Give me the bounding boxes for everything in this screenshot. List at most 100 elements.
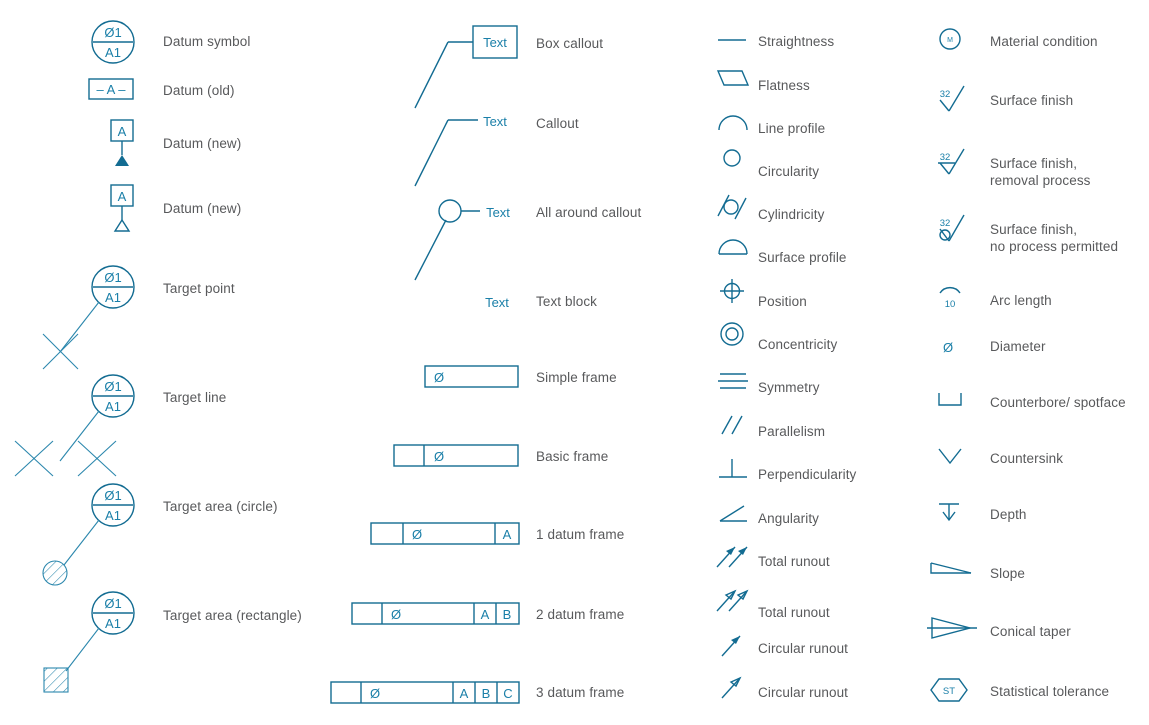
total-runout-hollow-icon	[713, 587, 753, 615]
label-symmetry: Symmetry	[758, 380, 820, 395]
label-concentricity: Concentricity	[758, 337, 838, 352]
line-profile-icon	[716, 108, 750, 132]
label-surface-profile: Surface profile	[758, 250, 847, 265]
flatness-icon	[716, 66, 750, 90]
target-area-rect-bottom-text: A1	[105, 616, 121, 631]
label-datum-frame-2: 2 datum frame	[536, 607, 625, 622]
label-datum-new-filled: Datum (new)	[163, 136, 242, 151]
surface-finish-icon: 32	[934, 84, 974, 118]
perpendicularity-icon	[716, 456, 750, 482]
callout-text: Text	[483, 114, 507, 129]
circular-runout-hollow-icon	[716, 674, 750, 702]
label-cylindricity: Cylindricity	[758, 207, 825, 222]
label-depth: Depth	[990, 507, 1027, 522]
target-point-bottom-text: A1	[105, 290, 121, 305]
statistical-tolerance-letters: ST	[943, 686, 955, 697]
label-surface-finish: Surface finish	[990, 93, 1074, 108]
label-circularity: Circularity	[758, 164, 820, 179]
label-target-area-rectangle: Target area (rectangle)	[163, 608, 302, 623]
datum-frame-1-icon: Ø A	[370, 522, 525, 548]
label-flatness: Flatness	[758, 78, 810, 93]
statistical-tolerance-icon: ST	[930, 676, 974, 704]
label-line-profile: Line profile	[758, 121, 826, 136]
surface-finish-value: 32	[940, 89, 951, 100]
datum-symbol-top-text: Ø1	[104, 25, 121, 40]
label-diameter: Diameter	[990, 339, 1046, 354]
circular-runout-filled-icon	[716, 632, 750, 660]
circularity-icon	[716, 146, 748, 170]
concentricity-icon	[716, 320, 748, 348]
datum-frame-3-datum-b: B	[482, 686, 491, 701]
label-callout: Callout	[536, 116, 579, 131]
text-block-text: Text	[485, 295, 509, 310]
label-straightness: Straightness	[758, 34, 835, 49]
label-slope: Slope	[990, 566, 1026, 581]
label-box-callout: Box callout	[536, 36, 604, 51]
datum-frame-3-datum-c: C	[503, 686, 512, 701]
countersink-icon	[936, 444, 970, 468]
basic-frame-diameter: Ø	[434, 449, 444, 464]
text-block-icon: Text	[460, 290, 540, 316]
cylindricity-icon	[713, 192, 751, 222]
datum-frame-2-icon: Ø A B	[351, 602, 526, 628]
target-line-icon: Ø1 A1	[10, 371, 150, 481]
datum-frame-2-datum-a: A	[481, 607, 490, 622]
label-material-condition: Material condition	[990, 34, 1098, 49]
label-surface-finish-no-process: Surface finish, no process permitted	[990, 222, 1119, 254]
arc-length-value: 10	[945, 299, 956, 310]
total-runout-filled-icon	[713, 543, 753, 571]
basic-frame-icon: Ø	[393, 444, 523, 470]
label-position: Position	[758, 294, 807, 309]
datum-frame-3-datum-a: A	[460, 686, 469, 701]
label-angularity: Angularity	[758, 511, 820, 526]
simple-frame-icon: Ø	[424, 365, 524, 391]
label-total-runout-filled: Total runout	[758, 554, 830, 569]
datum-frame-2-datum-b: B	[503, 607, 512, 622]
arc-length-icon: 10	[936, 284, 970, 312]
label-basic-frame: Basic frame	[536, 449, 609, 464]
label-surface-finish-removal: Surface finish, removal process	[990, 156, 1091, 188]
box-callout-icon: Text	[410, 22, 520, 112]
label-target-point: Target point	[163, 281, 235, 296]
surface-finish-removal-value: 32	[940, 152, 951, 163]
label-target-line: Target line	[163, 390, 227, 405]
label-datum-new-hollow: Datum (new)	[163, 201, 242, 216]
label-circular-runout-filled: Circular runout	[758, 641, 849, 656]
label-datum-old: Datum (old)	[163, 83, 235, 98]
depth-icon	[936, 500, 966, 526]
simple-frame-diameter: Ø	[434, 370, 444, 385]
surface-profile-icon	[716, 234, 750, 258]
datum-old-icon: – A –	[88, 78, 138, 104]
target-line-top-text: Ø1	[104, 379, 121, 394]
target-line-bottom-text: A1	[105, 399, 121, 414]
position-icon	[716, 277, 748, 305]
conical-taper-icon	[925, 612, 981, 644]
symbol-reference-sheet: Ø1 A1 Datum symbol – A – Datum (old) A D…	[0, 0, 1149, 725]
surface-finish-removal-icon: 32	[934, 145, 974, 181]
callout-icon: Text	[410, 105, 520, 195]
label-perpendicularity: Perpendicularity	[758, 467, 857, 482]
label-datum-frame-3: 3 datum frame	[536, 685, 625, 700]
symmetry-icon	[716, 368, 750, 394]
target-area-circle-bottom-text: A1	[105, 508, 121, 523]
datum-frame-2-diameter: Ø	[391, 607, 401, 622]
target-area-circle-icon: Ø1 A1	[38, 480, 148, 590]
all-around-callout-text: Text	[486, 205, 510, 220]
label-all-around-callout: All around callout	[536, 205, 642, 220]
datum-old-text: – A –	[97, 82, 127, 97]
label-countersink: Countersink	[990, 451, 1064, 466]
box-callout-text: Text	[483, 35, 507, 50]
target-point-icon: Ø1 A1	[38, 262, 148, 372]
label-statistical-tolerance: Statistical tolerance	[990, 684, 1110, 699]
datum-new-hollow-letter: A	[118, 189, 127, 204]
datum-symbol-bottom-text: A1	[105, 45, 121, 60]
counterbore-icon	[936, 388, 970, 412]
label-text-block: Text block	[536, 294, 598, 309]
target-area-rectangle-icon: Ø1 A1	[38, 588, 148, 698]
label-arc-length: Arc length	[990, 293, 1052, 308]
label-datum-frame-1: 1 datum frame	[536, 527, 625, 542]
label-parallelism: Parallelism	[758, 424, 826, 439]
datum-frame-1-diameter: Ø	[412, 527, 422, 542]
label-counterbore: Counterbore/ spotface	[990, 395, 1126, 410]
datum-new-filled-letter: A	[118, 124, 127, 139]
